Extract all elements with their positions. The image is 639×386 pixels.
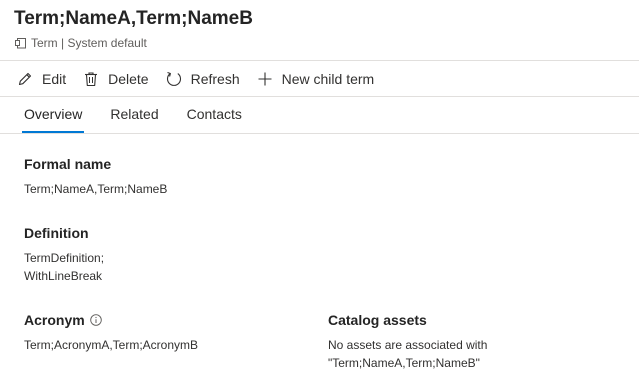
- delete-button[interactable]: Delete: [82, 70, 149, 88]
- tab-related[interactable]: Related: [100, 98, 168, 133]
- catalog-assets-line: "Term;NameA,Term;NameB": [328, 356, 480, 370]
- toolbar-divider: [0, 96, 639, 97]
- subtitle-text: Term | System default: [31, 36, 147, 50]
- delete-label: Delete: [108, 71, 149, 87]
- acronym-label-row: Acronym: [24, 312, 103, 328]
- new-child-term-button[interactable]: New child term: [256, 70, 375, 88]
- tab-contacts[interactable]: Contacts: [177, 98, 252, 133]
- acronym-value: Term;AcronymA,Term;AcronymB: [24, 338, 199, 352]
- catalog-assets-value: No assets are associated with "Term;Name…: [328, 336, 487, 372]
- edit-label: Edit: [42, 71, 67, 87]
- new-child-term-label: New child term: [281, 71, 375, 87]
- acronym-label: Acronym: [24, 312, 85, 328]
- catalog-assets-line: No assets are associated with: [328, 338, 488, 352]
- term-icon: [14, 36, 28, 50]
- formal-name-label: Formal name: [24, 156, 112, 172]
- catalog-assets-label: Catalog assets: [328, 312, 427, 328]
- plus-icon: [256, 70, 274, 88]
- definition-value: TermDefinition; WithLineBreak: [24, 249, 104, 285]
- definition-line: TermDefinition;: [24, 251, 105, 265]
- info-icon[interactable]: [90, 314, 103, 327]
- command-bar: Edit Delete Refresh New child term: [16, 62, 390, 96]
- trash-icon: [82, 70, 100, 88]
- edit-icon: [16, 70, 34, 88]
- term-type-subtitle: Term | System default: [14, 36, 147, 50]
- tabs-divider: [0, 133, 639, 134]
- tab-bar: Overview Related Contacts: [14, 98, 260, 133]
- definition-label: Definition: [24, 225, 89, 241]
- formal-name-value: Term;NameA,Term;NameB: [24, 182, 168, 196]
- definition-line: WithLineBreak: [24, 269, 103, 283]
- page-title: Term;NameA,Term;NameB: [14, 8, 253, 29]
- refresh-label: Refresh: [190, 71, 240, 87]
- refresh-button[interactable]: Refresh: [165, 70, 240, 88]
- refresh-icon: [165, 70, 183, 88]
- header-divider: [0, 60, 639, 61]
- tab-overview[interactable]: Overview: [14, 98, 92, 133]
- edit-button[interactable]: Edit: [16, 70, 66, 88]
